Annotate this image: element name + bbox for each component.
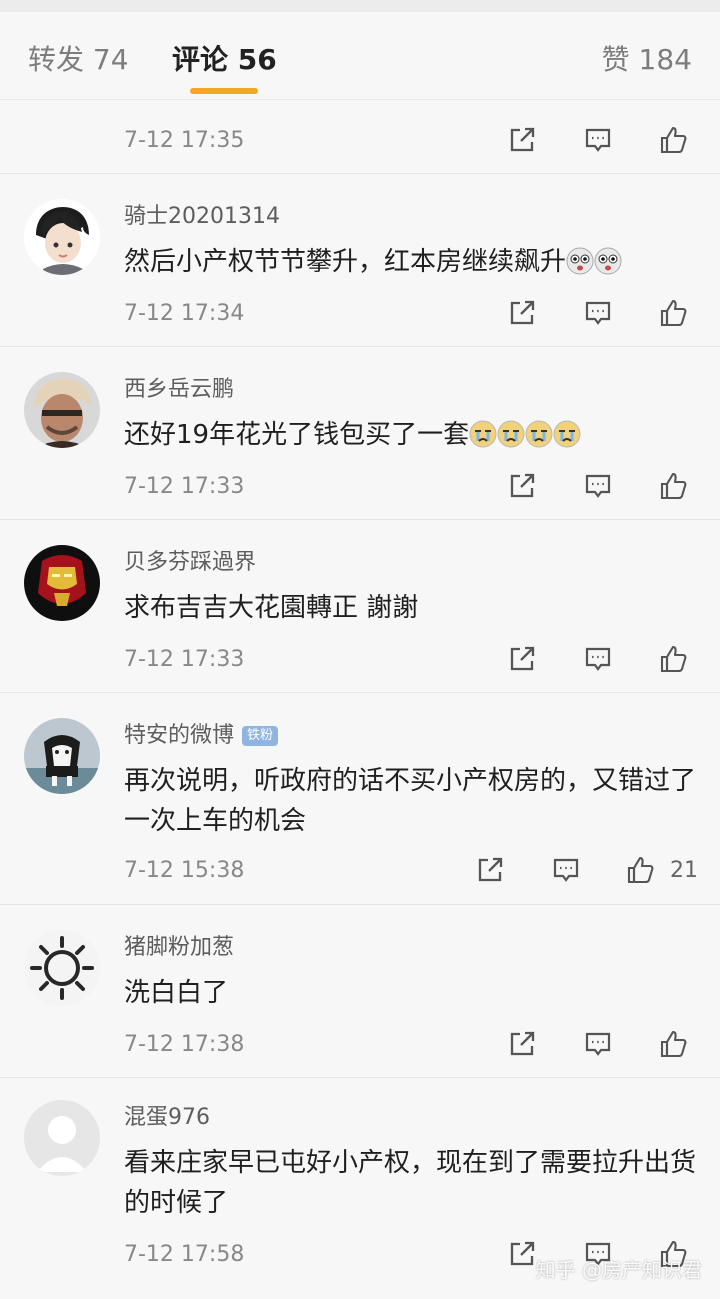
comment-time: 7-12 17:58 (124, 1242, 245, 1267)
share-icon[interactable] (506, 124, 538, 156)
tab-comments[interactable]: 评论 56 (172, 40, 277, 80)
crying-face-icon (469, 420, 497, 448)
share-icon[interactable] (506, 1238, 538, 1270)
avatar[interactable] (24, 930, 100, 1006)
thumbs-up-icon[interactable] (658, 470, 690, 502)
comment-icon[interactable] (582, 643, 614, 675)
crying-face-icon (553, 420, 581, 448)
avatar[interactable] (24, 718, 100, 794)
avatar[interactable] (24, 545, 100, 621)
comment-username[interactable]: 西乡岳云鹏 (124, 375, 234, 405)
crying-face-icon (497, 420, 525, 448)
comment-icon[interactable] (582, 124, 614, 156)
tab-reposts[interactable]: 转发 74 (28, 40, 129, 80)
comment-item: 西乡岳云鹏 还好19年花光了钱包买了一套 7-12 17:33 (0, 347, 720, 520)
tab-bar: 转发 74 评论 56 赞 184 (0, 0, 720, 100)
shocked-face-icon (594, 247, 622, 275)
comment-content: 洗白白了 (124, 978, 229, 1008)
comment-username[interactable]: 骑士20201314 (124, 202, 280, 232)
comment-time: 7-12 17:35 (124, 128, 245, 153)
comment-content: 然后小产权节节攀升，红本房继续飙升 (124, 242, 696, 282)
comment-item: 7-12 17:35 (0, 100, 720, 174)
avatar[interactable] (24, 199, 100, 275)
comment-item: 特安的微博 铁粉 再次说明，听政府的话不买小产权房的，又错过了一次上车的机会 7-… (0, 693, 720, 905)
avatar[interactable] (24, 372, 100, 448)
comment-icon[interactable] (582, 297, 614, 329)
comments-screen: 转发 74 评论 56 赞 184 7-12 17:35 骑士20201314 … (0, 0, 720, 1299)
avatar[interactable] (24, 1100, 100, 1176)
comment-icon[interactable] (582, 470, 614, 502)
watermark: 知乎 @房产知识君 (535, 1258, 702, 1282)
thumbs-up-icon[interactable] (658, 297, 690, 329)
comment-content: 再次说明，听政府的话不买小产权房的，又错过了一次上车的机会 (124, 766, 697, 836)
active-tab-indicator (190, 88, 258, 94)
comment-time: 7-12 17:33 (124, 647, 245, 672)
thumbs-up-icon[interactable] (658, 124, 690, 156)
share-icon[interactable] (506, 470, 538, 502)
comment-content: 还好19年花光了钱包买了一套 (124, 415, 696, 455)
like-count: 21 (670, 858, 698, 883)
comment-content: 求布吉吉大花園轉正 謝謝 (124, 593, 419, 623)
share-icon[interactable] (474, 854, 506, 886)
comment-item: 贝多芬踩過界 求布吉吉大花園轉正 謝謝 7-12 17:33 (0, 520, 720, 693)
comment-time: 7-12 17:33 (124, 474, 245, 499)
shocked-face-icon (566, 247, 594, 275)
tab-likes[interactable]: 赞 184 (602, 40, 692, 80)
comment-username[interactable]: 贝多芬踩過界 (124, 548, 256, 578)
share-icon[interactable] (506, 643, 538, 675)
comment-item: 猪脚粉加葱 洗白白了 7-12 17:38 (0, 905, 720, 1078)
share-icon[interactable] (506, 297, 538, 329)
thumbs-up-icon[interactable] (625, 854, 657, 886)
thumbs-up-icon[interactable] (658, 643, 690, 675)
share-icon[interactable] (506, 1028, 538, 1060)
crying-face-icon (525, 420, 553, 448)
thumbs-up-icon[interactable] (658, 1028, 690, 1060)
comment-time: 7-12 17:38 (124, 1032, 245, 1057)
comment-icon[interactable] (550, 854, 582, 886)
comment-time: 7-12 15:38 (124, 858, 245, 883)
comment-username[interactable]: 猪脚粉加葱 (124, 933, 234, 963)
comment-icon[interactable] (582, 1028, 614, 1060)
fan-badge: 铁粉 (242, 726, 279, 746)
comment-time: 7-12 17:34 (124, 301, 245, 326)
comment-item: 骑士20201314 然后小产权节节攀升，红本房继续飙升 7-12 17:34 (0, 174, 720, 347)
comment-username[interactable]: 特安的微博 铁粉 (124, 721, 279, 751)
comment-content: 看来庄家早已屯好小产权，现在到了需要拉升出货的时候了 (124, 1148, 697, 1218)
comment-username[interactable]: 混蛋976 (124, 1103, 210, 1133)
